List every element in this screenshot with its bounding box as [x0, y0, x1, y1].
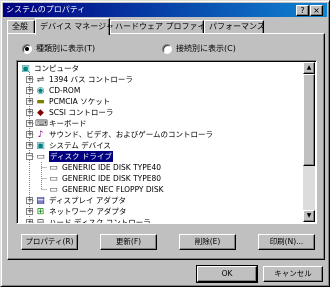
- system-device-icon: ▣: [36, 140, 45, 151]
- tab-device-manager[interactable]: デバイス マネージャ: [35, 18, 114, 35]
- tree-expander[interactable]: +: [26, 131, 33, 138]
- device-tree[interactable]: ▣ コンピュータ + ⇌ 1394 バス コントローラ + ◉ CD-ROM + ▬ PCMCI…: [16, 60, 317, 224]
- ok-button[interactable]: OK: [196, 265, 258, 283]
- tree-item-label: PCMCIA ソケット: [49, 97, 111, 106]
- tree-item-label: キーボード: [49, 119, 87, 128]
- floppy-icon: ▭: [49, 184, 58, 195]
- tree-expander[interactable]: +: [26, 109, 33, 116]
- tab-general[interactable]: 全般: [7, 20, 35, 34]
- tree-expander[interactable]: +: [26, 197, 33, 204]
- scroll-down-button[interactable]: ▼: [303, 210, 315, 222]
- tree-device-item[interactable]: ▭ GENERIC IDE DISK TYPE80: [48, 173, 161, 184]
- tree-root-computer[interactable]: ▣ コンピュータ: [20, 63, 79, 74]
- view-by-connection-option[interactable]: 接続別に表示(C): [162, 43, 236, 54]
- tree-expander[interactable]: −: [26, 153, 33, 160]
- disk-drive-icon: ▭: [36, 151, 45, 162]
- scsi-icon: ◆: [37, 107, 44, 118]
- tree-vertical-scrollbar[interactable]: ▲ ▼: [303, 62, 315, 222]
- tree-category-item[interactable]: ⊟ ハード ディスク コントローラ: [35, 217, 151, 224]
- scroll-thumb[interactable]: [303, 74, 315, 166]
- scroll-up-button[interactable]: ▲: [303, 62, 315, 74]
- tree-item-label: ネットワーク アダプタ: [49, 207, 127, 216]
- tree-category-item[interactable]: ♪ サウンド、ビデオ、およびゲームのコントローラ: [35, 129, 213, 140]
- computer-icon: ▣: [21, 63, 30, 74]
- close-button[interactable]: ×: [310, 5, 323, 16]
- sound-icon: ♪: [37, 129, 44, 140]
- cancel-button[interactable]: キャンセル: [263, 266, 323, 282]
- tree-category-item[interactable]: ⊞ ネットワーク アダプタ: [35, 206, 127, 217]
- refresh-button[interactable]: 更新(F): [100, 234, 157, 250]
- tab-performance[interactable]: パフォーマンス: [204, 20, 265, 34]
- tree-item-label: ディスプレイ アダプタ: [49, 196, 126, 205]
- tree-category-item[interactable]: ▬ PCMCIA ソケット: [35, 96, 110, 107]
- properties-button[interactable]: プロパティ(R): [21, 234, 78, 250]
- view-by-type-label: 種類別に表示(T): [36, 44, 96, 53]
- tree-category-item[interactable]: ▣ システム デバイス: [35, 140, 111, 151]
- device-manager-panel: 種類別に表示(T) 接続別に表示(C) ▣ コンピュータ + ⇌ 1394 バス…: [7, 33, 325, 260]
- tree-root-label: コンピュータ: [34, 64, 79, 73]
- tree-item-label: GENERIC IDE DISK TYPE80: [62, 174, 162, 183]
- display-adapter-icon: ▤: [36, 195, 45, 206]
- tree-item-label: 1394 バス コントローラ: [49, 75, 133, 84]
- tree-category-item[interactable]: ⇌ 1394 バス コントローラ: [35, 74, 133, 85]
- tree-category-item[interactable]: ▭ ディスク ドライブ: [35, 151, 113, 162]
- disk-icon: ▭: [49, 162, 58, 173]
- keyboard-icon: ⌨: [35, 118, 48, 129]
- tree-expander[interactable]: +: [26, 208, 33, 215]
- remove-button[interactable]: 削除(E): [179, 234, 236, 250]
- tab-hardware-profiles[interactable]: ハードウェア プロファイル: [110, 20, 214, 34]
- help-button[interactable]: ?: [296, 5, 309, 16]
- tree-category-item[interactable]: ▤ ディスプレイ アダプタ: [35, 195, 126, 206]
- tree-expander[interactable]: +: [26, 87, 33, 94]
- tree-expander[interactable]: +: [26, 98, 33, 105]
- disk-icon: ▭: [49, 173, 58, 184]
- tree-item-label: サウンド、ビデオ、およびゲームのコントローラ: [49, 130, 214, 139]
- network-adapter-icon: ⊞: [36, 206, 45, 217]
- system-properties-window: システムのプロパティ ? × 全般 デバイス マネージャ ハードウェア プロファ…: [0, 0, 330, 287]
- tree-expander[interactable]: +: [26, 76, 33, 83]
- cdrom-icon: ◉: [36, 85, 45, 96]
- tree-item-label: SCSI コントローラ: [49, 108, 114, 117]
- pcmcia-icon: ▬: [36, 96, 45, 107]
- tree-expander[interactable]: +: [26, 219, 33, 223]
- tree-category-item[interactable]: ◆ SCSI コントローラ: [35, 107, 113, 118]
- tree-expander[interactable]: +: [26, 142, 33, 149]
- hdd-controller-icon: ⊟: [36, 217, 45, 224]
- tree-category-item[interactable]: ◉ CD-ROM: [35, 85, 81, 96]
- tree-item-label: システム デバイス: [49, 141, 111, 150]
- tree-device-item[interactable]: ▭ GENERIC NEC FLOPPY DISK: [48, 184, 164, 195]
- view-by-type-option[interactable]: 種類別に表示(T): [22, 43, 95, 54]
- tree-item-label: CD-ROM: [49, 86, 81, 95]
- tree-item-label: ハード ディスク コントローラ: [49, 218, 151, 224]
- tree-item-label: GENERIC NEC FLOPPY DISK: [62, 185, 164, 194]
- title-bar: システムのプロパティ ? ×: [3, 3, 327, 17]
- radio-by-connection[interactable]: [162, 43, 172, 54]
- window-title: システムのプロパティ: [6, 5, 86, 14]
- radio-by-type[interactable]: [22, 43, 32, 54]
- tree-expander[interactable]: +: [26, 120, 33, 127]
- tree-item-label: ディスク ドライブ: [49, 151, 113, 162]
- tree-device-item[interactable]: ▭ GENERIC IDE DISK TYPE40: [48, 162, 161, 173]
- print-button[interactable]: 印刷(N)...: [258, 234, 315, 250]
- tree-category-item[interactable]: ⌨ キーボード: [35, 118, 87, 129]
- bus-controller-icon: ⇌: [36, 74, 45, 85]
- view-by-connection-label: 接続別に表示(C): [176, 44, 236, 53]
- tree-item-label: GENERIC IDE DISK TYPE40: [62, 163, 162, 172]
